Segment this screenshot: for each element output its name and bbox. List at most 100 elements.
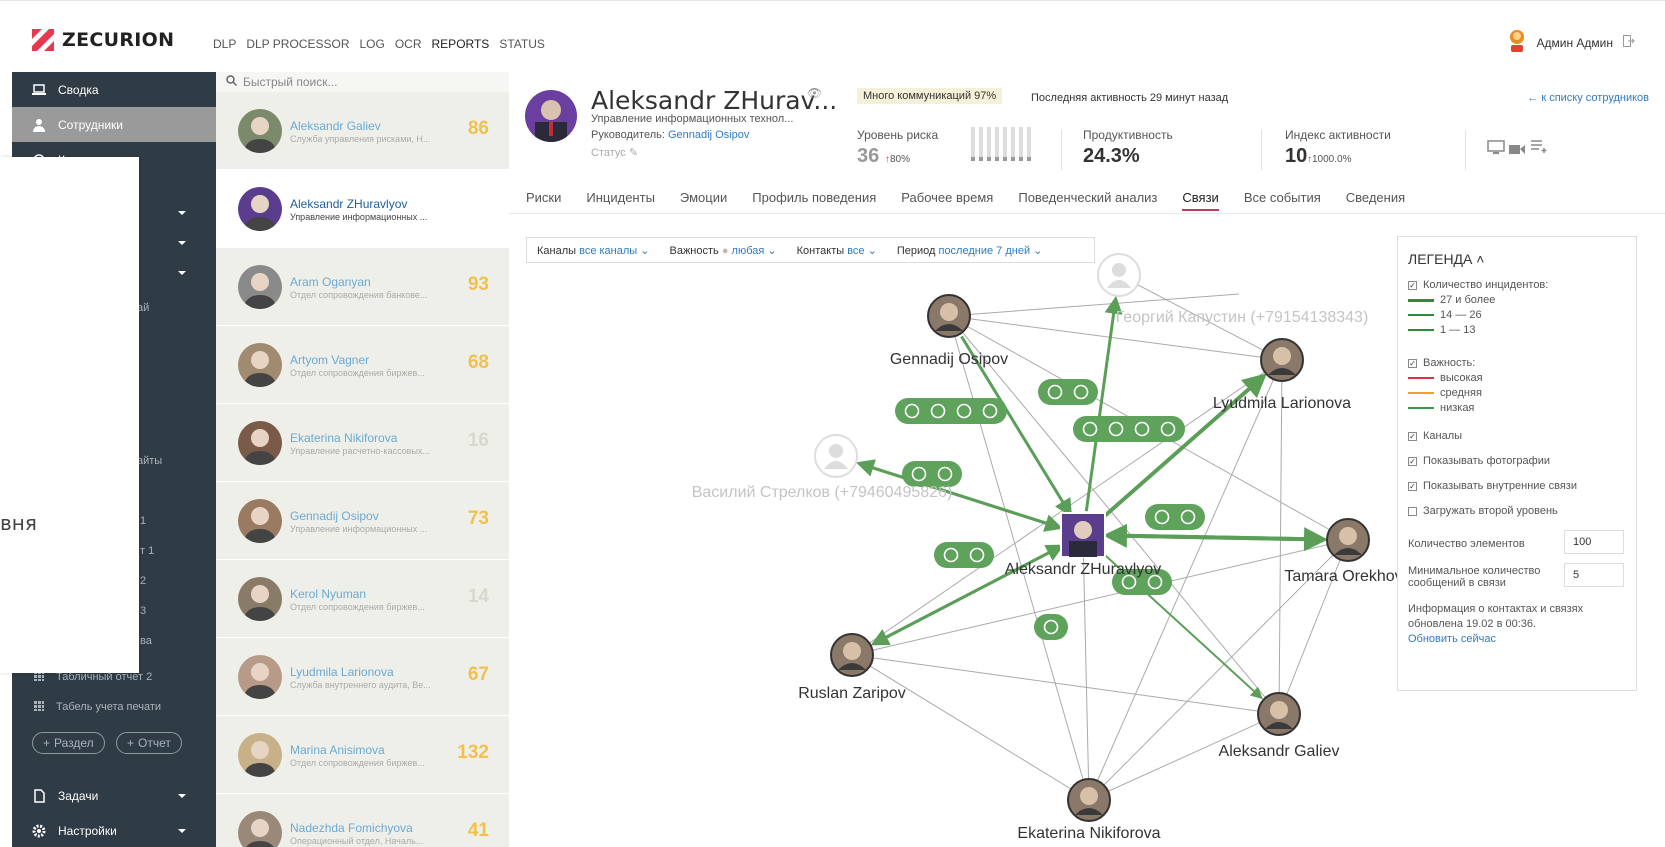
employee-dept: Управление информационных ... <box>290 524 428 534</box>
caret-down-icon <box>178 793 186 798</box>
sidebar-report-label: Табель учета печати <box>56 701 162 713</box>
graph-node-orekhova[interactable]: Tamara Orekhova <box>1284 518 1412 585</box>
graph-node-label: Lyudmila Larionova <box>1213 395 1351 412</box>
risk-score: 14 <box>467 586 489 607</box>
popup-overlay: вня <box>0 157 139 673</box>
employee-dept: Отдел сопровождения биржев... <box>290 602 425 612</box>
topnav-status[interactable]: STATUS <box>499 37 545 51</box>
sidebar-item-settings[interactable]: Настройки <box>12 813 216 847</box>
add-section-button[interactable]: + Раздел <box>32 732 105 754</box>
app-window: ZECURION DLP DLP PROCESSOR LOG OCR REPOR… <box>0 0 1665 847</box>
employee-row[interactable]: Aram Oganyan Отдел сопровождения банкове.… <box>216 248 509 326</box>
legend-title[interactable]: ЛЕГЕНДА ˄ <box>1408 251 1484 267</box>
employee-dept: Управление расчетно-кассовых... <box>290 446 430 456</box>
employee-row[interactable]: Gennadij Osipov Управление информационных… <box>216 482 509 560</box>
sidebar-item-tasks[interactable]: Задачи <box>12 778 216 813</box>
search-icon <box>226 75 238 89</box>
topnav-ocr[interactable]: OCR <box>395 37 422 51</box>
employee-name: Aleksandr ZHuravlyov <box>290 197 408 211</box>
legend-item: высокая <box>1408 372 1483 384</box>
caret-down-icon <box>178 210 186 215</box>
sidebar-report-print[interactable]: Табель учета печати <box>34 698 161 716</box>
graph-node-center[interactable]: Aleksandr ZHuravlyov <box>1005 512 1162 578</box>
zecurion-logo-icon <box>32 29 54 51</box>
legend-panel: ЛЕГЕНДА ˄ ✓ Количество инцидентов: 27 и б… <box>1397 236 1637 691</box>
checkbox-checked-icon: ✓ <box>1408 481 1417 491</box>
plus-icon: + <box>127 736 135 750</box>
channel-pill[interactable] <box>1145 504 1205 530</box>
graph-node-galiev[interactable]: Aleksandr Galiev <box>1219 692 1340 760</box>
legend-label: 14 — 26 <box>1440 309 1482 321</box>
sidebar-item-label: Сотрудники <box>58 117 123 132</box>
channel-pill[interactable] <box>1038 379 1098 405</box>
legend-option-internal[interactable]: ✓ Показывать внутренние связи <box>1408 480 1577 492</box>
graph-node-osipov[interactable]: Gennadij Osipov <box>890 294 1008 368</box>
legend-label: 27 и более <box>1440 294 1496 306</box>
employee-row[interactable]: Aleksandr ZHuravlyov Управление информаци… <box>216 170 509 248</box>
sidebar-sub-item[interactable]: 2 <box>140 575 146 587</box>
employee-name: Kerol Nyuman <box>290 587 367 601</box>
legend-option-channels[interactable]: ✓ Каналы <box>1408 430 1462 442</box>
sidebar-sub-item[interactable]: айты <box>137 455 162 467</box>
topnav-dlp[interactable]: DLP <box>213 37 236 51</box>
logout-icon[interactable] <box>1623 35 1635 50</box>
sidebar-item-employees[interactable]: Сотрудники <box>12 107 216 142</box>
sidebar-sub-item[interactable]: т 1 <box>140 545 154 557</box>
graph-node-nikiforova[interactable]: Ekaterina Nikiforova <box>1017 778 1161 842</box>
graph-edge <box>948 315 1280 715</box>
graph-node-kapustin[interactable]: Георгий Капустин (+79154138343) <box>1097 253 1368 326</box>
employee-row[interactable]: Aleksandr Galiev Служба управления рискам… <box>216 92 509 170</box>
graph-node-larionova[interactable]: Lyudmila Larionova <box>1213 338 1351 412</box>
employee-row[interactable]: Marina Anisimova Отдел сопровождения бирж… <box>216 716 509 794</box>
legend-incidents-toggle[interactable]: ✓ Количество инцидентов: <box>1408 279 1548 291</box>
channel-pill[interactable] <box>895 398 1007 424</box>
add-section-label: Раздел <box>54 736 94 750</box>
channel-pill[interactable] <box>1073 416 1185 442</box>
sidebar-item-summary[interactable]: Сводка <box>12 72 216 107</box>
avatar <box>238 421 282 465</box>
graph-node-label: Ekaterina Nikiforova <box>1017 825 1160 842</box>
topnav-dlp-processor[interactable]: DLP PROCESSOR <box>246 37 349 51</box>
search-input[interactable]: Быстрый поиск... <box>216 72 509 92</box>
graph-node-zaripov[interactable]: Ruslan Zaripov <box>798 633 906 702</box>
logo[interactable]: ZECURION <box>32 29 174 51</box>
add-report-label: Отчет <box>138 736 171 750</box>
user-icon <box>32 118 46 132</box>
legend-title-text: ЛЕГЕНДА <box>1408 251 1473 267</box>
legend-label: Количество инцидентов: <box>1423 279 1549 291</box>
risk-score: 67 <box>467 664 489 685</box>
sidebar-sub-item[interactable]: 1 <box>140 515 146 527</box>
employee-row[interactable]: Kerol Nyuman Отдел сопровождения биржев..… <box>216 560 509 638</box>
employee-row[interactable]: Artyom Vagner Отдел сопровождения биржев.… <box>216 326 509 404</box>
legend-importance-toggle[interactable]: ✓ Важность: <box>1408 357 1475 369</box>
topnav-log[interactable]: LOG <box>360 37 385 51</box>
line-swatch <box>1408 377 1434 379</box>
legend-item: 1 — 13 <box>1408 324 1475 336</box>
legend-label: Загружать второй уровень <box>1423 505 1558 517</box>
line-swatch <box>1408 314 1434 316</box>
channel-pill[interactable] <box>934 542 994 568</box>
avatar <box>238 577 282 621</box>
graph-node-label: Gennadij Osipov <box>890 351 1008 368</box>
legend-option-second-level[interactable]: Загружать второй уровень <box>1408 505 1558 517</box>
topnav-reports[interactable]: REPORTS <box>432 37 490 51</box>
avatar <box>238 733 282 777</box>
refresh-now-link[interactable]: Обновить сейчас <box>1408 633 1496 645</box>
overlay-text: вня <box>0 511 37 535</box>
employee-row[interactable]: Nadezhda Fomichyova Операционный отдел, Н… <box>216 794 509 847</box>
add-report-button[interactable]: + Отчет <box>116 732 182 754</box>
employee-row[interactable]: Ekaterina Nikiforova Управление расчетно-… <box>216 404 509 482</box>
legend-option-photos[interactable]: ✓ Показывать фотографии <box>1408 455 1550 467</box>
file-icon <box>32 788 46 803</box>
sidebar-sub-item[interactable]: 3 <box>140 605 146 617</box>
elements-count-input[interactable]: 100 <box>1564 530 1624 554</box>
user-menu[interactable]: Админ Админ <box>1508 29 1635 56</box>
legend-label: низкая <box>1440 402 1475 414</box>
employee-row[interactable]: Lyudmila Larionova Служба внутреннего ауд… <box>216 638 509 716</box>
employee-name: Gennadij Osipov <box>290 509 379 523</box>
sidebar-sub-item[interactable]: ва <box>140 635 152 647</box>
employee-dept: Отдел сопровождения банкове... <box>290 290 428 300</box>
min-messages-input[interactable]: 5 <box>1564 563 1624 587</box>
channel-pill[interactable] <box>1034 614 1068 640</box>
avatar <box>238 265 282 309</box>
